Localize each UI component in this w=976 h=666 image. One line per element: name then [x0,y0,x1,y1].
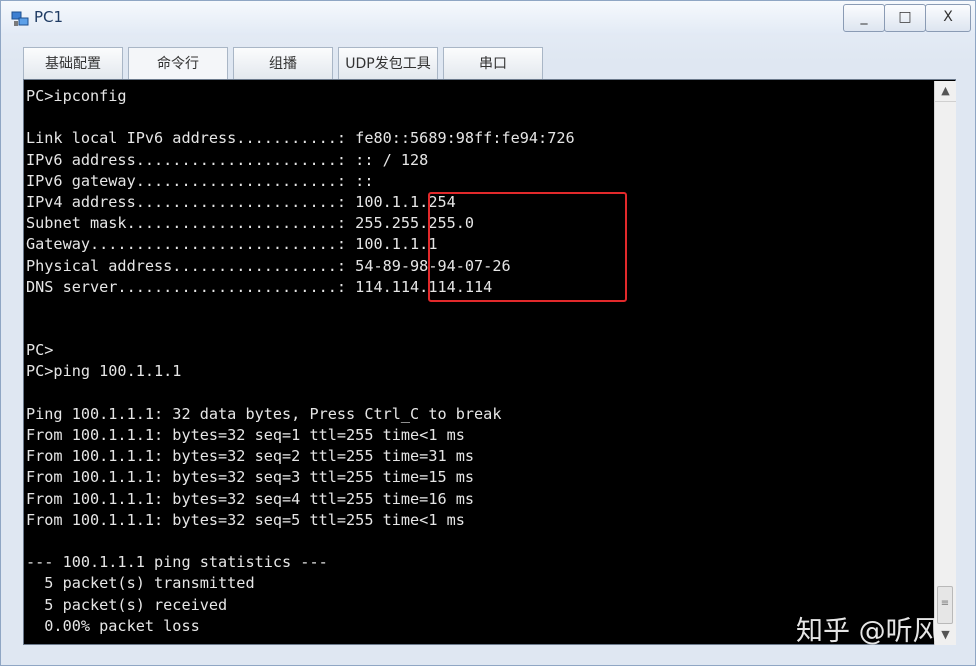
title-bar[interactable]: PC1 _ □ X [1,1,975,35]
tab-basic-config[interactable]: 基础配置 [23,47,123,79]
terminal-line: PC>ipconfig [26,87,127,105]
terminal-line: PC>ping 100.1.1.1 [26,362,182,381]
minimize-button[interactable]: _ [843,4,885,32]
maximize-button[interactable]: □ [884,4,926,32]
tab-command-line[interactable]: 命令行 [128,47,228,79]
terminal-output: PC>ipconfig Link local IPv6 address......… [26,86,575,637]
terminal-line: From 100.1.1.1: bytes=32 seq=4 ttl=255 t… [26,489,475,508]
terminal-line: 0.00% packet loss [26,616,200,635]
window-title: PC1 [34,8,64,26]
terminal-line: PC> [26,341,54,360]
terminal-scrollbar[interactable]: ▲ ≡ ▼ [934,81,956,645]
command-terminal[interactable]: PC>ipconfig Link local IPv6 address......… [23,79,956,645]
ipv4-info-highlight-box [428,192,627,302]
terminal-line: From 100.1.1.1: bytes=32 seq=2 ttl=255 t… [26,447,475,466]
terminal-line: From 100.1.1.1: bytes=32 seq=3 ttl=255 t… [26,468,475,487]
watermark: 知乎 @听风 [796,616,940,647]
terminal-line: IPv6 address......................: :: /… [26,150,429,169]
terminal-line: --- 100.1.1.1 ping statistics --- [26,553,328,572]
tab-udp-tool[interactable]: UDP发包工具 [338,47,438,79]
terminal-line: 5 packet(s) transmitted [26,574,255,593]
tab-multicast[interactable]: 组播 [233,47,333,79]
terminal-line: IPv6 gateway......................: :: [26,171,374,190]
terminal-line: From 100.1.1.1: bytes=32 seq=5 ttl=255 t… [26,510,465,529]
terminal-line: From 100.1.1.1: bytes=32 seq=1 ttl=255 t… [26,426,465,444]
close-button[interactable]: X [925,4,971,32]
terminal-line: Link local IPv6 address...........: fe80… [26,129,575,148]
pc1-window: PC1 _ □ X 基础配置 命令行 组播 UDP发包工具 串口 PC>ipco… [0,0,976,666]
terminal-line: Ping 100.1.1.1: 32 data bytes, Press Ctr… [26,404,502,423]
pc-app-icon [11,11,29,26]
scroll-up-icon[interactable]: ▲ [935,81,956,102]
tab-serial-port[interactable]: 串口 [443,47,543,79]
terminal-line: 5 packet(s) received [26,595,228,614]
